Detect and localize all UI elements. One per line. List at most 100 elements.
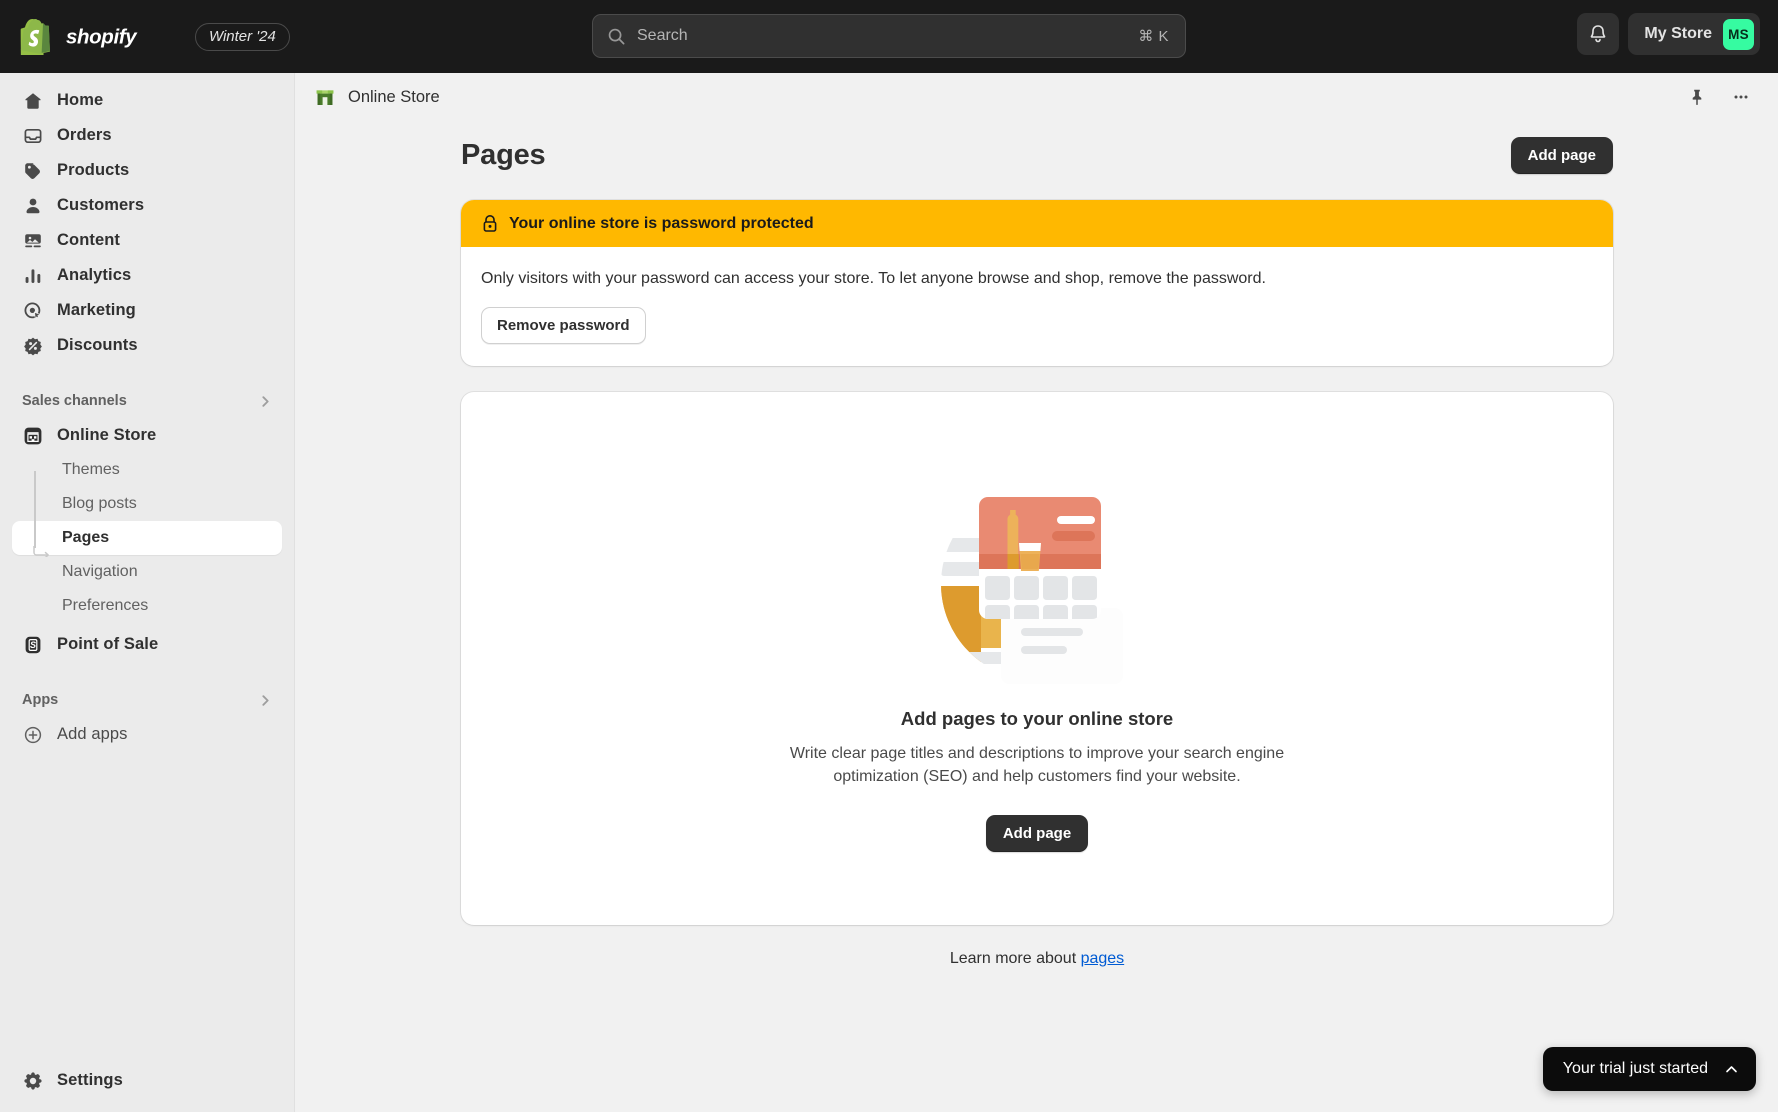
pos-nav: S Point of Sale xyxy=(0,623,294,662)
sidebar-item-label: Point of Sale xyxy=(57,635,159,653)
sidebar-item-settings[interactable]: Settings xyxy=(12,1063,282,1098)
shopify-brand[interactable]: shopify Winter '24 xyxy=(0,18,290,55)
shopify-wordmark: shopify xyxy=(66,25,139,48)
sub-item-label: Pages xyxy=(62,529,110,546)
store-name-label: My Store xyxy=(1644,25,1712,42)
home-icon xyxy=(22,90,43,111)
add-page-button-empty-state[interactable]: Add page xyxy=(985,814,1089,852)
sub-item-label: Navigation xyxy=(62,563,138,580)
analytics-bars-icon xyxy=(22,265,43,286)
banner-description: Only visitors with your password can acc… xyxy=(481,270,1266,287)
main-sidebar: Home Orders Products Customers Content A… xyxy=(0,73,295,1112)
sidebar-item-preferences[interactable]: Preferences xyxy=(12,589,282,623)
avatar: MS xyxy=(1723,18,1754,50)
products-tag-icon xyxy=(22,160,43,181)
shopify-logo-icon xyxy=(20,18,50,55)
discounts-percent-icon xyxy=(22,335,43,356)
sidebar-item-home[interactable]: Home xyxy=(12,83,282,118)
marketing-target-icon xyxy=(22,300,43,321)
breadcrumb-label: Online Store xyxy=(348,87,440,106)
sidebar-item-label: Marketing xyxy=(57,301,136,319)
trial-banner-label: Your trial just started xyxy=(1562,1060,1708,1077)
plus-circle-icon xyxy=(22,724,43,745)
sidebar-item-label: Content xyxy=(57,231,121,249)
pin-icon xyxy=(1692,89,1702,105)
chevron-up-icon xyxy=(1726,1065,1737,1072)
apps-nav: Add apps xyxy=(0,717,294,752)
breadcrumb[interactable]: Online Store xyxy=(314,86,440,108)
search-input[interactable]: Search ⌘ K xyxy=(592,14,1186,58)
search-placeholder: Search xyxy=(637,27,688,44)
sidebar-item-online-store[interactable]: Online Store xyxy=(12,418,282,453)
sidebar-item-label: Add apps xyxy=(57,725,128,743)
sub-item-label: Blog posts xyxy=(62,495,137,512)
trial-banner[interactable]: Your trial just started xyxy=(1542,1047,1756,1091)
page-header: Pages Add page xyxy=(461,137,1613,174)
section-label: Apps xyxy=(22,692,59,708)
content-image-icon xyxy=(22,230,43,251)
page-title: Pages xyxy=(461,139,546,171)
bell-icon xyxy=(1591,24,1606,42)
sidebar-section-apps[interactable]: Apps xyxy=(0,683,294,717)
topbar-right-actions: My Store MS xyxy=(1577,13,1760,55)
banner-body: Only visitors with your password can acc… xyxy=(461,247,1613,366)
ellipsis-icon xyxy=(1734,95,1748,99)
sidebar-item-label: Products xyxy=(57,161,130,179)
learn-more-prefix: Learn more about xyxy=(949,950,1081,968)
sidebar-item-customers[interactable]: Customers xyxy=(12,188,282,223)
sidebar-item-label: Settings xyxy=(57,1071,123,1089)
pos-icon: S xyxy=(22,634,43,655)
sub-item-label: Themes xyxy=(62,461,120,478)
empty-state-description: Write clear page titles and descriptions… xyxy=(789,744,1285,785)
sub-item-label: Preferences xyxy=(62,597,149,614)
section-label: Sales channels xyxy=(22,393,127,409)
pages-empty-state-card: Add pages to your online store Write cle… xyxy=(461,392,1613,926)
notifications-button[interactable] xyxy=(1577,13,1620,55)
store-switcher-button[interactable]: My Store MS xyxy=(1628,13,1760,55)
pin-button[interactable] xyxy=(1682,82,1712,112)
add-page-button-header[interactable]: Add page xyxy=(1510,137,1613,174)
banner-heading: Your online store is password protected xyxy=(509,214,814,232)
gear-icon xyxy=(22,1070,43,1091)
global-search[interactable]: Search ⌘ K xyxy=(592,14,1186,58)
search-icon xyxy=(608,28,625,44)
remove-password-button[interactable]: Remove password xyxy=(481,307,646,345)
sidebar-item-label: Orders xyxy=(57,126,112,144)
orders-icon xyxy=(22,125,43,146)
more-options-button[interactable] xyxy=(1726,82,1756,112)
pages-illustration xyxy=(941,496,1123,684)
sidebar-item-label: Customers xyxy=(57,196,145,214)
lock-icon xyxy=(483,215,497,232)
sidebar-item-marketing[interactable]: Marketing xyxy=(12,293,282,328)
sidebar-item-blog-posts[interactable]: Blog posts xyxy=(12,487,282,521)
empty-state-title: Add pages to your online store xyxy=(900,707,1174,729)
sidebar-item-label: Analytics xyxy=(57,266,132,284)
sidebar-item-navigation[interactable]: Navigation xyxy=(12,555,282,589)
customers-person-icon xyxy=(22,195,43,216)
nav-connector-arrow-icon xyxy=(33,546,49,557)
banner-header: Your online store is password protected xyxy=(461,200,1613,247)
sidebar-item-products[interactable]: Products xyxy=(12,153,282,188)
sidebar-item-content[interactable]: Content xyxy=(12,223,282,258)
sidebar-item-label: Online Store xyxy=(57,426,157,444)
svg-text:S: S xyxy=(29,640,35,650)
online-store-sub-nav: Themes Blog posts Pages Navigation Prefe… xyxy=(0,453,294,623)
sidebar-item-themes[interactable]: Themes xyxy=(12,453,282,487)
pages-help-link[interactable]: pages xyxy=(1081,950,1125,967)
sidebar-item-orders[interactable]: Orders xyxy=(12,118,282,153)
sidebar-item-discounts[interactable]: Discounts xyxy=(12,328,282,363)
page-topbar: Online Store xyxy=(296,73,1778,121)
sidebar-item-label: Home xyxy=(57,91,104,109)
sidebar-item-analytics[interactable]: Analytics xyxy=(12,258,282,293)
sidebar-footer: Settings xyxy=(0,1063,294,1112)
password-protected-banner: Your online store is password protected … xyxy=(461,200,1613,367)
sidebar-item-point-of-sale[interactable]: S Point of Sale xyxy=(12,627,282,662)
sales-channels-nav: Online Store xyxy=(0,418,294,453)
sidebar-item-label: Discounts xyxy=(57,336,138,354)
chevron-right-icon xyxy=(262,395,269,407)
chevron-right-icon xyxy=(262,694,269,706)
sidebar-section-sales-channels[interactable]: Sales channels xyxy=(0,384,294,418)
search-shortcut: ⌘ K xyxy=(1138,28,1169,45)
sidebar-item-add-apps[interactable]: Add apps xyxy=(12,717,282,752)
nav-connector-line xyxy=(34,471,36,548)
